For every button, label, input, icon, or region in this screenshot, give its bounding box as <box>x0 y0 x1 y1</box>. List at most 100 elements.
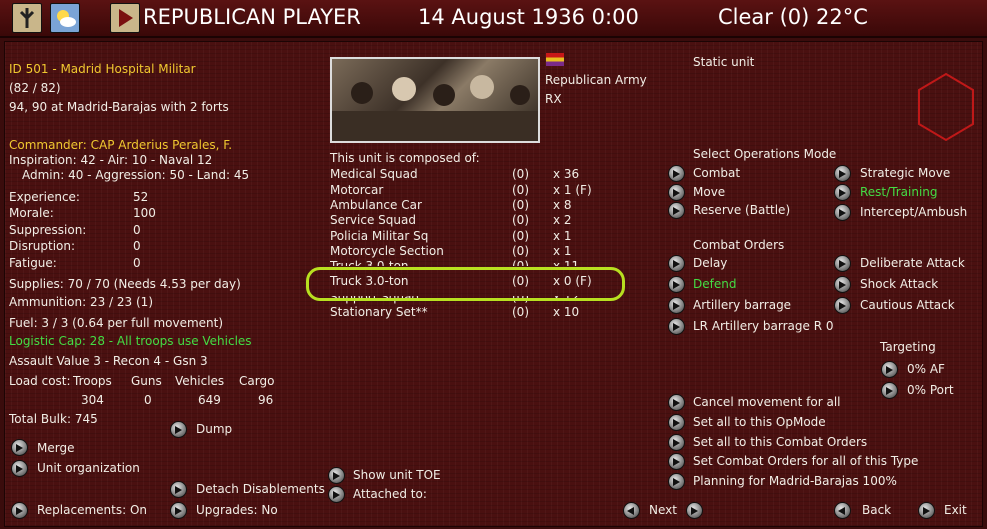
next-button-label[interactable]: Next <box>649 503 677 517</box>
set-type-button-icon[interactable] <box>668 453 685 470</box>
fuel-text: Fuel: 3 / 3 (0.64 per full movement) <box>9 316 224 330</box>
order-cautious-label[interactable]: Cautious Attack <box>860 298 955 312</box>
detach-disablements-button-icon[interactable] <box>170 481 187 498</box>
opmode-intercept-button-icon[interactable] <box>834 204 851 221</box>
set-type-label[interactable]: Set Combat Orders for all of this Type <box>693 454 918 468</box>
opmode-intercept-label[interactable]: Intercept/Ambush <box>860 205 967 219</box>
weather-icon[interactable] <box>50 3 80 33</box>
order-shock-button-icon[interactable] <box>834 276 851 293</box>
hex-icon <box>918 72 974 142</box>
targeting-port-button-icon[interactable] <box>881 382 898 399</box>
unit-photo <box>330 57 540 143</box>
order-delay-label[interactable]: Delay <box>693 256 727 270</box>
opmode-rest-button-icon[interactable] <box>834 184 851 201</box>
order-cautious-button-icon[interactable] <box>834 297 851 314</box>
targeting-title: Targeting <box>880 340 936 354</box>
cancel-movement-button-icon[interactable] <box>668 394 685 411</box>
unit-organization-button-icon[interactable] <box>11 460 28 477</box>
composition-row-name[interactable]: Motorcycle Section <box>330 244 444 258</box>
back-arrow-icon[interactable] <box>834 502 851 519</box>
total-bulk: Total Bulk: 745 <box>9 412 98 426</box>
opmode-reserve-button-icon[interactable] <box>668 202 685 219</box>
load-header-guns: Guns <box>131 374 162 388</box>
play-turn-icon[interactable] <box>110 3 140 33</box>
merge-button-icon[interactable] <box>11 439 28 456</box>
order-deliberate-label[interactable]: Deliberate Attack <box>860 256 965 270</box>
unit-id-name: ID 501 - Madrid Hospital Militar <box>9 62 196 76</box>
composition-row-dmg: (0) <box>512 213 529 227</box>
order-lr-artillery-button-icon[interactable] <box>668 318 685 335</box>
composition-row-name[interactable]: Policia Militar Sq <box>330 229 428 243</box>
ammunition-text: Ammunition: 23 / 23 (1) <box>9 295 153 309</box>
planning-label[interactable]: Planning for Madrid-Barajas 100% <box>693 474 897 488</box>
composition-row-name[interactable]: Truck 3.0-ton <box>330 259 409 266</box>
tree-icon[interactable] <box>12 3 42 33</box>
replacements-button-icon[interactable] <box>11 502 28 519</box>
exit-arrow-icon[interactable] <box>918 502 935 519</box>
dump-button-icon[interactable] <box>170 421 187 438</box>
composition-row-dmg: (0) <box>512 167 529 181</box>
stat-value: 0 <box>133 256 141 270</box>
unit-organization-button-label[interactable]: Unit organization <box>37 461 140 475</box>
targeting-af-button-icon[interactable] <box>881 361 898 378</box>
order-artillery-button-icon[interactable] <box>668 297 685 314</box>
order-deliberate-button-icon[interactable] <box>834 255 851 272</box>
composition-title: This unit is composed of: <box>330 151 480 165</box>
opmode-strategic-label[interactable]: Strategic Move <box>860 166 950 180</box>
composition-row-qty: x 8 <box>553 198 572 212</box>
order-artillery-label[interactable]: Artillery barrage <box>693 298 791 312</box>
dump-button-label[interactable]: Dump <box>196 422 232 436</box>
next-right-arrow-icon[interactable] <box>686 502 703 519</box>
load-header-cargo: Cargo <box>239 374 275 388</box>
stat-label: Morale: <box>9 206 54 220</box>
set-orders-button-icon[interactable] <box>668 434 685 451</box>
targeting-port-label[interactable]: 0% Port <box>907 383 954 397</box>
next-left-arrow-icon[interactable] <box>623 502 640 519</box>
back-button-label[interactable]: Back <box>862 503 891 517</box>
set-orders-label[interactable]: Set all to this Combat Orders <box>693 435 867 449</box>
order-defend-label[interactable]: Defend <box>693 277 736 291</box>
order-defend-button-icon[interactable] <box>668 276 685 293</box>
order-lr-artillery-label[interactable]: LR Artillery barrage R 0 <box>693 319 834 333</box>
composition-row-name[interactable]: Ambulance Car <box>330 198 422 212</box>
show-toe-button-label[interactable]: Show unit TOE <box>353 468 441 482</box>
planning-button-icon[interactable] <box>668 473 685 490</box>
opmode-rest-label[interactable]: Rest/Training <box>860 185 938 199</box>
composition-row-qty: x 2 <box>553 213 572 227</box>
merge-button-label[interactable]: Merge <box>37 441 74 455</box>
opmode-reserve-label[interactable]: Reserve (Battle) <box>693 203 790 217</box>
set-opmode-button-icon[interactable] <box>668 414 685 431</box>
exit-button-label[interactable]: Exit <box>944 503 967 517</box>
supplies-text: Supplies: 70 / 70 (Needs 4.53 per day) <box>9 277 241 291</box>
detach-disablements-button-label[interactable]: Detach Disablements <box>196 482 325 496</box>
show-toe-button-icon[interactable] <box>328 467 345 484</box>
load-header-troops: Troops <box>73 374 112 388</box>
commander-name: Commander: CAP Arderius Perales, F. <box>9 138 233 152</box>
cancel-movement-label[interactable]: Cancel movement for all <box>693 395 841 409</box>
composition-row-name[interactable]: Motorcar <box>330 183 383 197</box>
assault-text: Assault Value 3 - Recon 4 - Gsn 3 <box>9 354 208 368</box>
order-shock-label[interactable]: Shock Attack <box>860 277 938 291</box>
upgrades-button-label[interactable]: Upgrades: No <box>196 503 278 517</box>
opmode-move-label[interactable]: Move <box>693 185 725 199</box>
unit-location: 94, 90 at Madrid-Barajas with 2 forts <box>9 100 229 114</box>
commander-admin: Admin: 40 - Aggression: 50 - Land: 45 <box>22 168 250 182</box>
attached-to-button-icon[interactable] <box>328 486 345 503</box>
opmode-combat-label[interactable]: Combat <box>693 166 740 180</box>
opmode-strategic-button-icon[interactable] <box>834 165 851 182</box>
composition-row-name[interactable]: Stationary Set** <box>330 305 428 319</box>
soldiers-photo-icon <box>332 75 538 141</box>
static-unit-label: Static unit <box>693 55 755 69</box>
composition-row-qty: x 1 (F) <box>553 183 592 197</box>
composition-row-name[interactable]: Medical Squad <box>330 167 418 181</box>
composition-row-name[interactable]: Service Squad <box>330 213 416 227</box>
opmode-move-button-icon[interactable] <box>668 184 685 201</box>
replacements-button-label[interactable]: Replacements: On <box>37 503 147 517</box>
load-value-troops: 304 <box>81 393 104 407</box>
composition-row-qty: x 1 <box>553 244 572 258</box>
set-opmode-label[interactable]: Set all to this OpMode <box>693 415 826 429</box>
targeting-af-label[interactable]: 0% AF <box>907 362 945 376</box>
opmode-combat-button-icon[interactable] <box>668 165 685 182</box>
upgrades-button-icon[interactable] <box>170 502 187 519</box>
order-delay-button-icon[interactable] <box>668 255 685 272</box>
